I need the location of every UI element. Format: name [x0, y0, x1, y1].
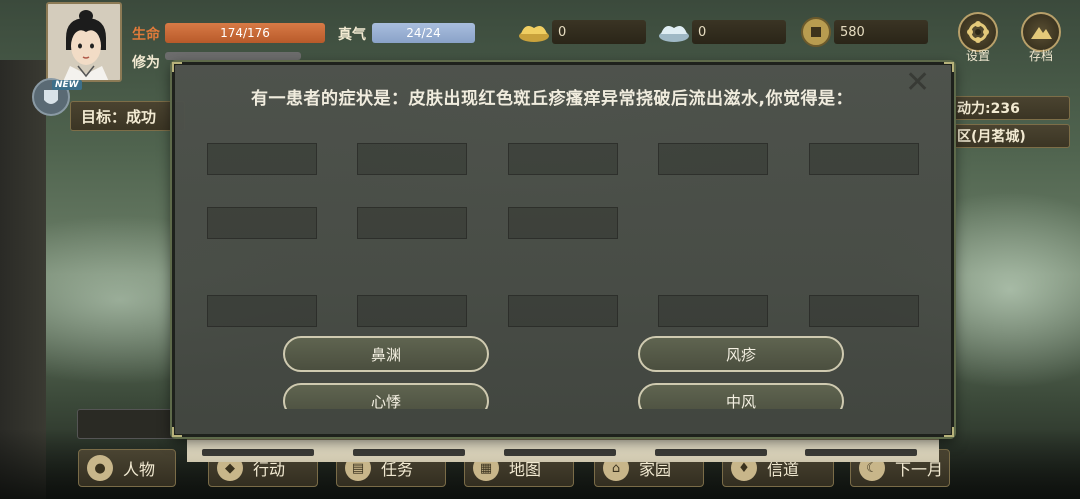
save-label: 存档: [1028, 49, 1053, 63]
paper-slot: [805, 449, 917, 456]
qi-bar: 24/24: [372, 23, 475, 43]
faded-menu-tile: [508, 143, 618, 175]
silver-ingot-icon: [659, 26, 689, 42]
faded-menu-tile: [658, 143, 768, 175]
new-tag: NEW: [52, 80, 82, 90]
top-hud: 生命 174/176 真气 24/24 修为 0 0 580 设置 存档: [0, 0, 1080, 82]
settings-label: 设置: [965, 49, 990, 63]
dialog-corner: [172, 427, 182, 437]
gold-ingot-icon: [519, 26, 549, 42]
quiz-dialog: ✕ 有一患者的症状是：皮肤出现红色斑丘疹瘙痒异常挠破后流出滋水,你觉得是： 鼻渊…: [172, 62, 954, 437]
faded-menu-tile: [658, 295, 768, 327]
stamina-pill: 动力:236: [952, 96, 1070, 120]
faded-menu-tile: [508, 295, 618, 327]
answer-list: 鼻渊 风疹 心悸 中风: [175, 331, 951, 409]
faded-menu-tile: [357, 207, 467, 239]
dialog-corner: [944, 62, 954, 72]
qi-label: 真气: [338, 27, 366, 43]
menu-paper-strip: [187, 438, 939, 462]
faded-menu-tile: [508, 207, 618, 239]
copper-coin-icon: [801, 17, 831, 47]
goal-banner[interactable]: 目标：成功: [70, 101, 185, 131]
person-icon: ●: [87, 455, 113, 481]
nav-character-label: 人物: [123, 460, 156, 479]
cultivation-label: 修为: [132, 55, 160, 71]
quiz-question: 有一患者的症状是：皮肤出现红色斑丘疹瘙痒异常挠破后流出滋水,你觉得是：: [251, 89, 853, 109]
save-button[interactable]: [1021, 12, 1061, 52]
paper-slot: [202, 449, 314, 456]
location-pill[interactable]: 区(月茗城): [952, 124, 1070, 148]
hp-label: 生命: [132, 27, 160, 43]
character-avatar-icon: [48, 4, 120, 80]
faded-menu-tile: [357, 295, 467, 327]
answer-option-4[interactable]: 中风: [638, 383, 844, 409]
silver-amount: 0: [692, 20, 786, 44]
cultivation-bar: [165, 52, 301, 60]
settings-button[interactable]: [958, 12, 998, 52]
answer-option-3[interactable]: 心悸: [283, 383, 489, 409]
paper-slot: [504, 449, 616, 456]
gold-amount: 0: [552, 20, 646, 44]
dialog-corner: [944, 427, 954, 437]
paper-slot: [655, 449, 767, 456]
nav-character[interactable]: ● 人物: [78, 449, 176, 487]
faded-menu-tile: [357, 143, 467, 175]
paper-slot: [353, 449, 465, 456]
character-portrait[interactable]: [46, 2, 122, 82]
answer-option-1[interactable]: 鼻渊: [283, 336, 489, 372]
faded-menu-tile: [809, 143, 919, 175]
hp-bar: 174/176: [165, 23, 325, 43]
coin-amount: 580: [834, 20, 928, 44]
gear-icon: [967, 21, 989, 43]
faded-menu-tile: [207, 207, 317, 239]
faded-menu-tile: [207, 295, 317, 327]
close-icon: ✕: [905, 65, 931, 100]
dialog-corner: [172, 62, 182, 72]
answer-option-2[interactable]: 风疹: [638, 336, 844, 372]
mountain-save-icon: [1031, 27, 1052, 39]
faded-menu-tile: [809, 295, 919, 327]
left-chat-box[interactable]: [77, 409, 177, 439]
faded-menu-tile: [207, 143, 317, 175]
